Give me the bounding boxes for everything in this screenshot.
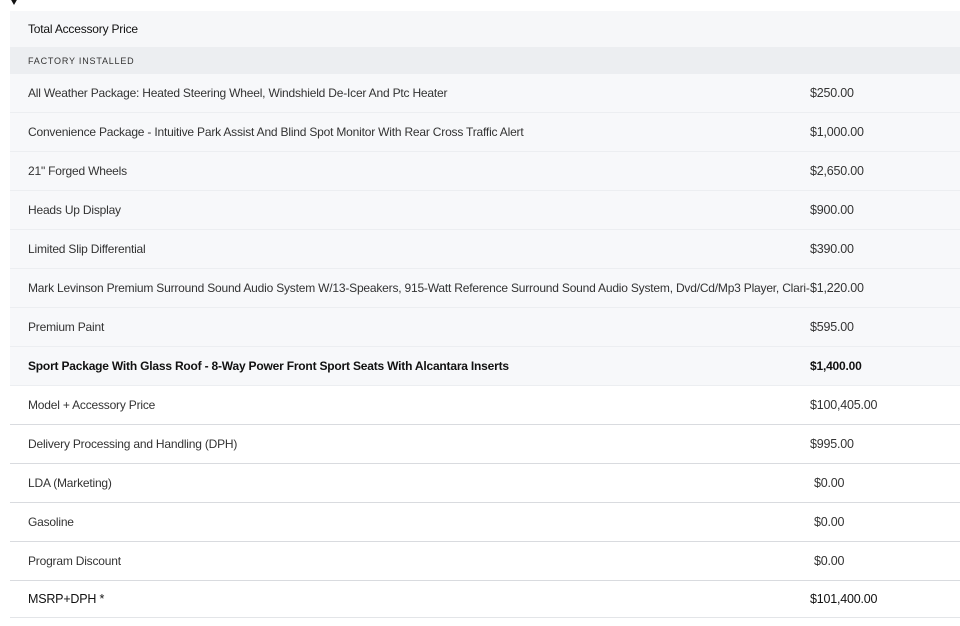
item-price: $390.00 (810, 242, 854, 256)
item-label: Premium Paint (28, 320, 105, 334)
summary-row: Model + Accessory Price $100,405.00 (10, 386, 960, 425)
factory-item-row: Sport Package With Glass Roof - 8-Way Po… (10, 347, 960, 386)
collapse-caret-icon[interactable] (10, 0, 18, 5)
factory-installed-header: FACTORY INSTALLED (10, 48, 960, 74)
summary-label: Program Discount (28, 554, 121, 568)
item-label: 21" Forged Wheels (28, 164, 127, 178)
summary-row: Gasoline $0.00 (10, 503, 960, 542)
total-accessory-label: Total Accessory Price (28, 22, 138, 36)
section-header-label: FACTORY INSTALLED (28, 56, 135, 66)
msrp-total-row: MSRP+DPH * $101,400.00 (10, 581, 960, 618)
item-price: $1,000.00 (810, 125, 864, 139)
summary-label: Gasoline (28, 515, 74, 529)
summary-label: Model + Accessory Price (28, 398, 156, 412)
summary-row: Delivery Processing and Handling (DPH) $… (10, 425, 960, 464)
item-label: Heads Up Display (28, 203, 121, 217)
summary-price: $0.00 (814, 554, 845, 568)
summary-price: $995.00 (810, 437, 854, 451)
factory-item-row: Mark Levinson Premium Surround Sound Aud… (10, 269, 960, 308)
item-price: $1,220.00 (810, 281, 864, 295)
factory-item-row: Convenience Package - Intuitive Park Ass… (10, 113, 960, 152)
item-price: $900.00 (810, 203, 854, 217)
summary-price: $0.00 (814, 515, 845, 529)
factory-item-row: Premium Paint $595.00 (10, 308, 960, 347)
item-price: $2,650.00 (810, 164, 864, 178)
factory-item-row: Limited Slip Differential $390.00 (10, 230, 960, 269)
factory-item-row: 21" Forged Wheels $2,650.00 (10, 152, 960, 191)
summary-label: LDA (Marketing) (28, 476, 112, 490)
summary-row: Program Discount $0.00 (10, 542, 960, 581)
msrp-total-price: $101,400.00 (810, 592, 878, 606)
item-label: Limited Slip Differential (28, 242, 146, 256)
summary-label: Delivery Processing and Handling (DPH) (28, 437, 238, 451)
summary-price: $100,405.00 (810, 398, 878, 412)
total-accessory-row[interactable]: Total Accessory Price (10, 11, 960, 48)
item-label: Sport Package With Glass Roof - 8-Way Po… (28, 359, 509, 373)
factory-item-row: All Weather Package: Heated Steering Whe… (10, 74, 960, 113)
item-label: All Weather Package: Heated Steering Whe… (28, 86, 448, 100)
factory-item-row: Heads Up Display $900.00 (10, 191, 960, 230)
item-price: $1,400.00 (810, 359, 862, 373)
msrp-total-label: MSRP+DPH * (28, 592, 105, 606)
summary-price: $0.00 (814, 476, 845, 490)
item-label: Convenience Package - Intuitive Park Ass… (28, 125, 524, 139)
item-label: Mark Levinson Premium Surround Sound Aud… (28, 281, 810, 295)
item-price: $250.00 (810, 86, 854, 100)
price-breakdown-table: Total Accessory Price FACTORY INSTALLED … (10, 11, 960, 618)
summary-row: LDA (Marketing) $0.00 (10, 464, 960, 503)
item-price: $595.00 (810, 320, 854, 334)
